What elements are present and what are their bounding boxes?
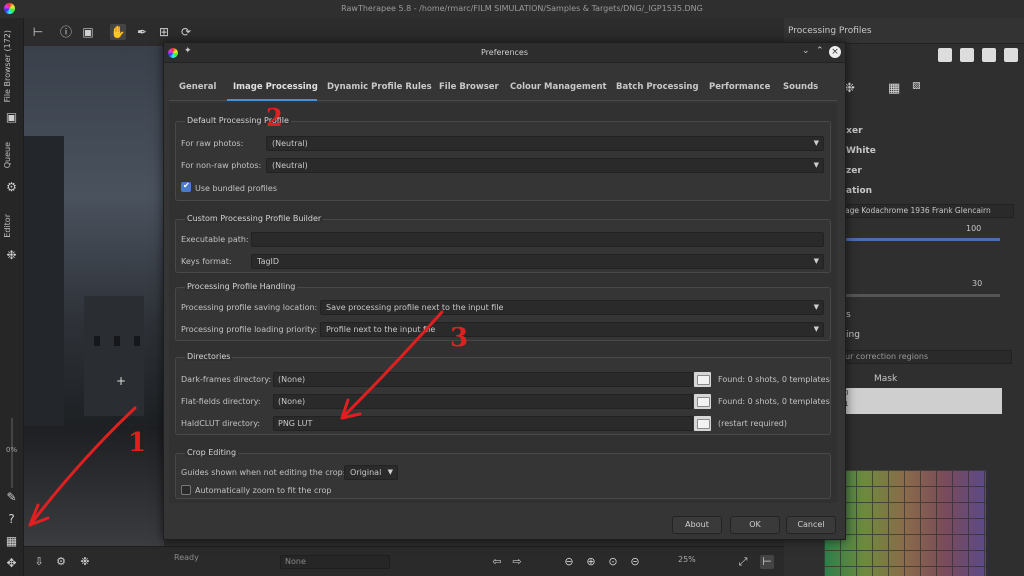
annotation-3: 3: [450, 323, 469, 353]
annotation-2: 2: [266, 103, 283, 132]
arrow-3-shaft: [340, 310, 444, 420]
arrow-1-shaft: [28, 406, 137, 527]
annotation-1: 1: [128, 428, 147, 458]
annotation-arrows: [28, 310, 444, 527]
